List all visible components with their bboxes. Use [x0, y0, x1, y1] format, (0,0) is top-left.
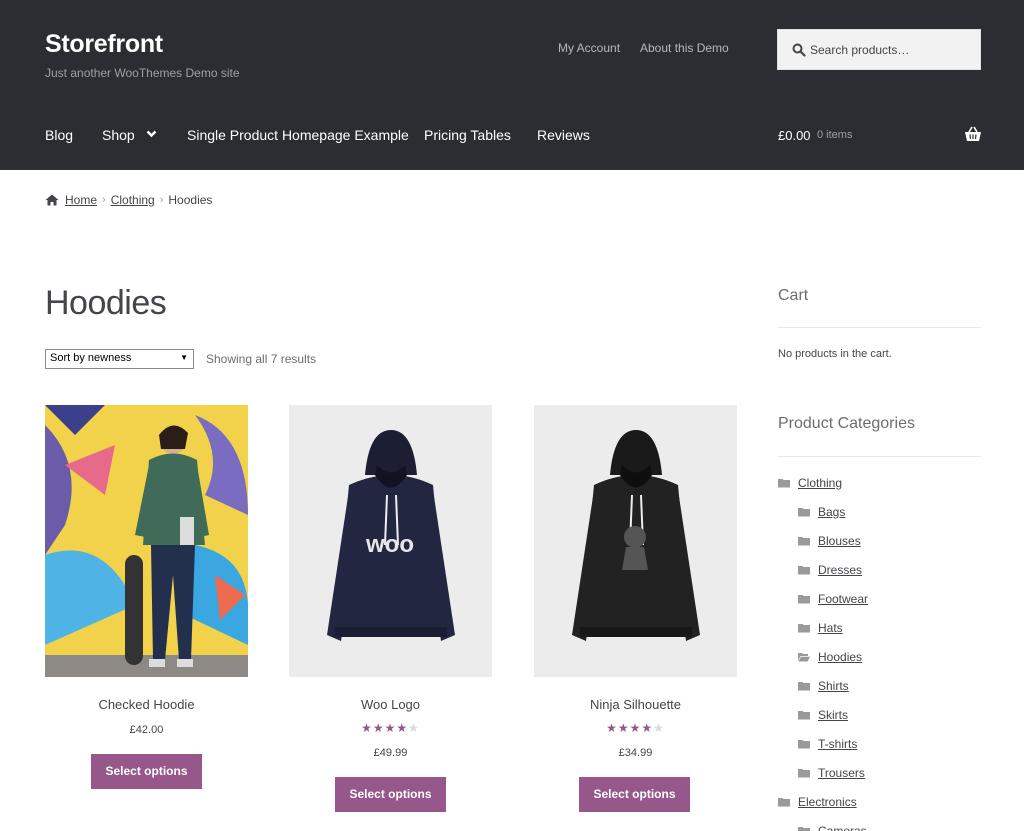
star-rating: ★★★★★: [606, 721, 665, 735]
product-photo: [45, 405, 248, 677]
cart-widget-title: Cart: [778, 287, 809, 304]
dropdown-arrow-icon: ▼: [180, 353, 188, 362]
basket-icon[interactable]: [964, 126, 982, 142]
select-options-button[interactable]: Select options: [335, 777, 446, 812]
breadcrumb-separator: ›: [159, 194, 164, 206]
product-price: £34.99: [618, 747, 653, 759]
chevron-down-icon[interactable]: [146, 130, 157, 138]
category-item[interactable]: Blouses: [798, 534, 861, 548]
category-label[interactable]: Blouses: [818, 534, 861, 548]
home-icon: [45, 194, 59, 206]
product-image-woo-logo[interactable]: woo: [289, 405, 492, 677]
product-name[interactable]: Woo Logo: [289, 697, 492, 712]
nav-reviews[interactable]: Reviews: [537, 127, 590, 143]
search-input[interactable]: Search products…: [777, 29, 981, 70]
site-header: Storefront Just another WooThemes Demo s…: [0, 0, 1024, 170]
folder-open-icon: [798, 653, 810, 662]
about-demo-link[interactable]: About this Demo: [640, 41, 729, 55]
folder-icon: [798, 508, 810, 517]
divider: [778, 456, 981, 457]
category-label[interactable]: Skirts: [818, 708, 848, 722]
product-photo: woo: [289, 405, 492, 677]
category-item[interactable]: Trousers: [798, 766, 865, 780]
folder-icon: [778, 479, 790, 488]
folder-icon: [798, 769, 810, 778]
folder-icon: [798, 566, 810, 575]
page-title: Hoodies: [45, 284, 167, 322]
site-title[interactable]: Storefront: [45, 30, 163, 59]
folder-icon: [798, 537, 810, 546]
category-label[interactable]: Hoodies: [818, 650, 862, 664]
category-label[interactable]: Hats: [818, 621, 843, 635]
nav-pricing-tables[interactable]: Pricing Tables: [424, 127, 511, 143]
sort-select[interactable]: Sort by newness ▼: [45, 349, 194, 369]
product-image-ninja-silhouette[interactable]: [534, 405, 737, 677]
cart-empty-message: No products in the cart.: [778, 348, 892, 360]
breadcrumb-separator: ›: [102, 194, 106, 206]
cart-total[interactable]: £0.00: [778, 128, 811, 143]
nav-blog[interactable]: Blog: [45, 127, 73, 143]
breadcrumb-current: Hoodies: [168, 193, 213, 207]
search-icon: [792, 43, 806, 57]
product-price: £49.99: [373, 747, 408, 759]
nav-shop[interactable]: Shop: [102, 127, 135, 143]
breadcrumb-clothing[interactable]: Clothing: [111, 193, 155, 207]
category-item[interactable]: Cameras: [798, 824, 867, 831]
folder-icon: [798, 682, 810, 691]
folder-icon: [798, 740, 810, 749]
product-name[interactable]: Checked Hoodie: [45, 697, 248, 712]
folder-icon: [798, 827, 810, 831]
divider: [778, 327, 981, 328]
category-item[interactable]: Skirts: [798, 708, 848, 722]
select-options-button[interactable]: Select options: [91, 754, 202, 789]
category-label[interactable]: Footwear: [818, 592, 868, 606]
category-label[interactable]: Dresses: [818, 563, 862, 577]
folder-icon: [798, 624, 810, 633]
product-photo: [534, 405, 737, 677]
category-item[interactable]: Bags: [798, 505, 845, 519]
category-item[interactable]: Hats: [798, 621, 843, 635]
category-label[interactable]: Electronics: [798, 795, 857, 809]
my-account-link[interactable]: My Account: [558, 41, 620, 55]
category-label[interactable]: Cameras: [818, 824, 867, 831]
category-label[interactable]: Shirts: [818, 679, 849, 693]
folder-icon: [798, 595, 810, 604]
category-label[interactable]: Trousers: [818, 766, 865, 780]
folder-icon: [778, 798, 790, 807]
category-item[interactable]: Hoodies: [798, 650, 862, 664]
category-item[interactable]: Dresses: [798, 563, 862, 577]
category-item[interactable]: Clothing: [778, 476, 842, 490]
search-placeholder: Search products…: [810, 43, 910, 57]
category-item[interactable]: Shirts: [798, 679, 849, 693]
star-rating: ★★★★★: [361, 721, 420, 735]
cart-count[interactable]: 0 items: [817, 129, 852, 141]
breadcrumb: Home › Clothing › Hoodies: [45, 193, 212, 207]
product-image-checked-hoodie[interactable]: [45, 405, 248, 677]
category-item[interactable]: Footwear: [798, 592, 868, 606]
site-tagline: Just another WooThemes Demo site: [45, 66, 240, 80]
category-item[interactable]: Electronics: [778, 795, 857, 809]
category-label[interactable]: Clothing: [798, 476, 842, 490]
select-options-button[interactable]: Select options: [579, 777, 690, 812]
product-price: £42.00: [129, 724, 164, 736]
result-count: Showing all 7 results: [206, 352, 317, 366]
sort-selected-value: Sort by newness: [50, 352, 132, 364]
folder-icon: [798, 711, 810, 720]
categories-widget-title: Product Categories: [778, 415, 915, 432]
svg-text:woo: woo: [365, 531, 414, 558]
product-name[interactable]: Ninja Silhouette: [534, 697, 737, 712]
breadcrumb-home[interactable]: Home: [65, 193, 97, 207]
category-label[interactable]: Bags: [818, 505, 845, 519]
category-label[interactable]: T-shirts: [818, 737, 857, 751]
category-item[interactable]: T-shirts: [798, 737, 857, 751]
nav-single-product[interactable]: Single Product Homepage Example: [187, 127, 409, 143]
